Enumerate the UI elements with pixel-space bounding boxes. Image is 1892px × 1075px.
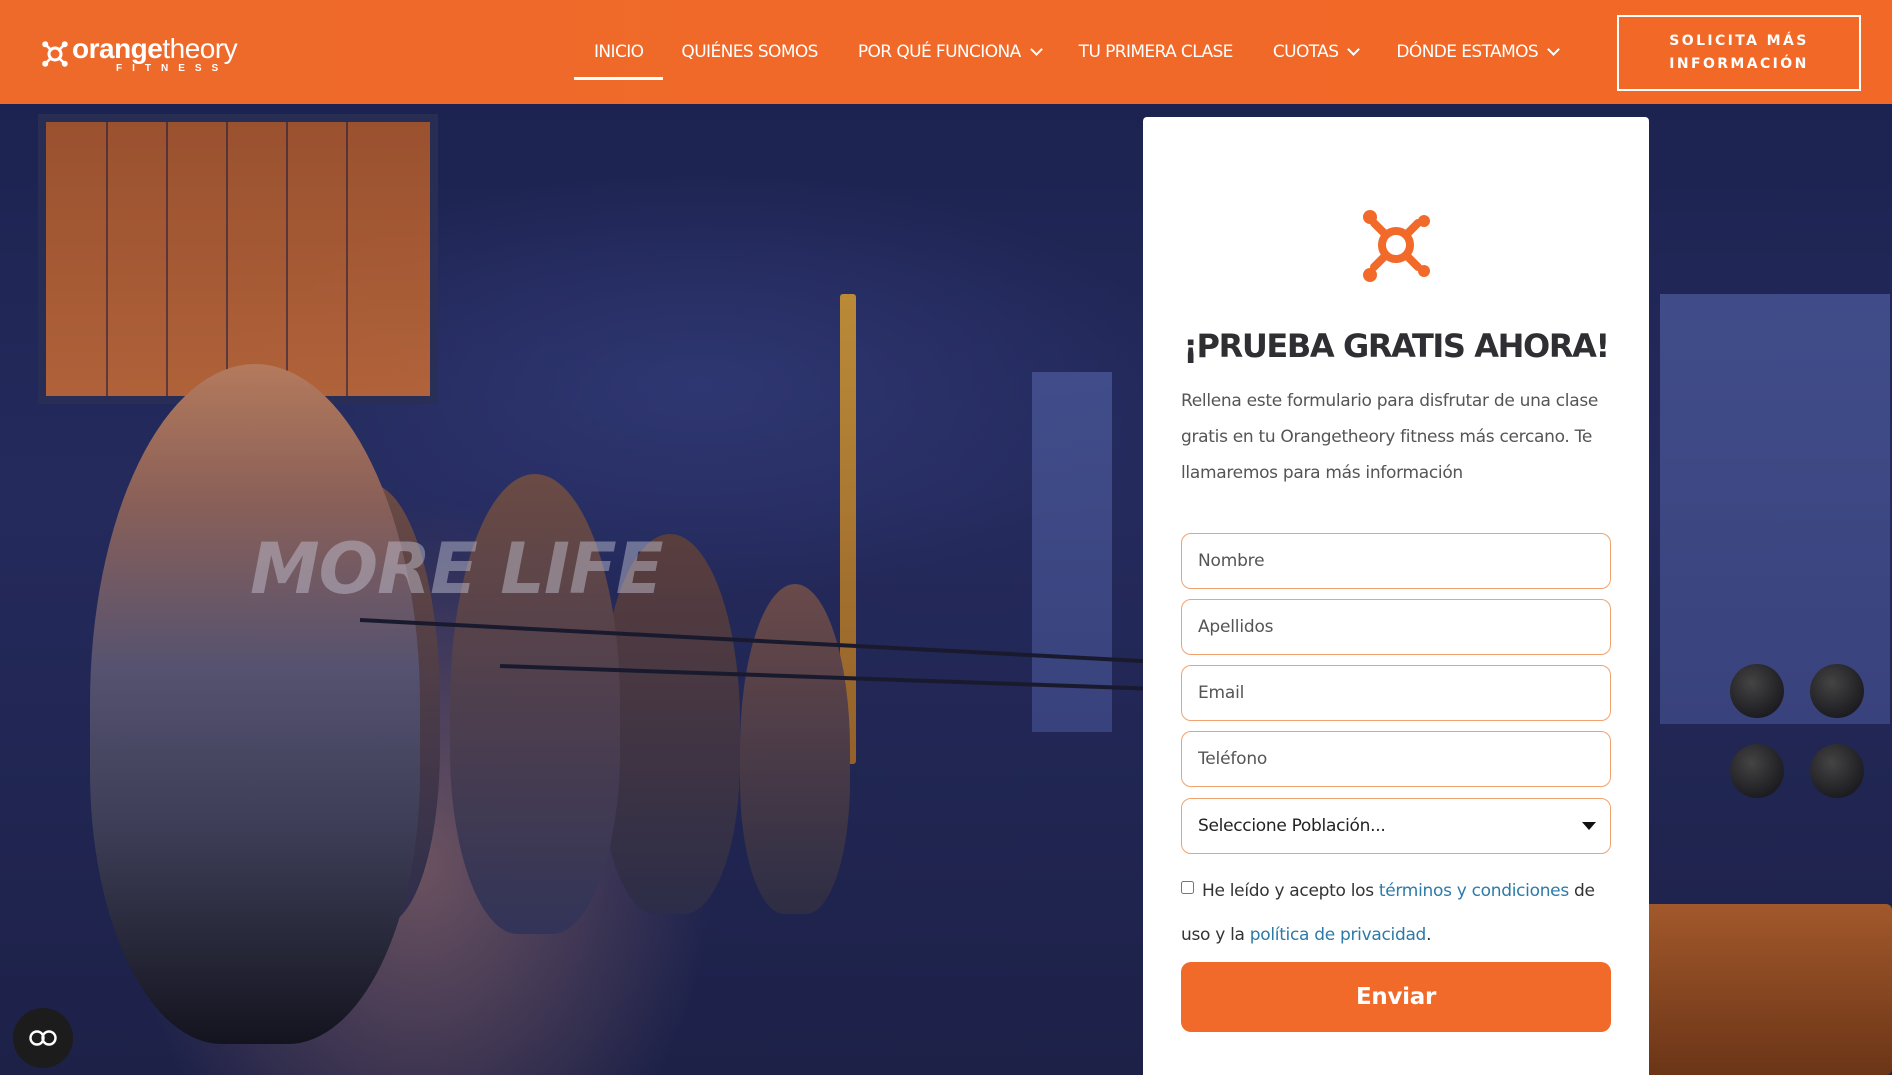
request-info-line2: INFORMACIÓN [1669, 56, 1809, 72]
orangetheory-logo[interactable]: orangetheory FITNESS [40, 30, 238, 78]
rowing-machine-image [1620, 904, 1892, 1075]
telefono-field[interactable] [1181, 731, 1611, 787]
medicine-ball-image [1730, 744, 1784, 798]
nav-label: DÓNDE ESTAMOS [1396, 42, 1539, 62]
poblacion-select-value: Seleccione Población... [1198, 816, 1386, 836]
form-description: Rellena este formulario para disfrutar d… [1181, 391, 1599, 483]
orangetheory-emblem-icon [1363, 210, 1430, 282]
logo-word-theory: theory [162, 32, 238, 64]
studio-window-image [1032, 372, 1112, 732]
chevron-down-icon [1029, 42, 1043, 56]
request-info-line1: SOLICITA MÁS [1669, 33, 1809, 49]
request-info-label: SOLICITA MÁS INFORMACIÓN [1669, 30, 1808, 76]
nav-item-por-que-funciona[interactable]: POR QUÉ FUNCIONA [857, 0, 1043, 104]
trial-signup-card: ¡PRUEBA GRATIS AHORA! Rellena este formu… [1143, 117, 1649, 1075]
caret-down-icon [1582, 822, 1596, 830]
privacy-policy-link[interactable]: política de privacidad [1250, 925, 1427, 945]
chevron-down-icon [1547, 42, 1560, 56]
nav-item-inicio[interactable]: INICIO [573, 0, 665, 104]
nav-label: INICIO [594, 42, 644, 62]
workout-screen-image [38, 114, 438, 404]
accessibility-toggle-button[interactable] [13, 1008, 73, 1068]
hero-slogan: MORE LIFE [250, 528, 664, 610]
athlete-image [740, 584, 850, 914]
logo-word-orange: orange [72, 32, 163, 64]
medicine-ball-image [1810, 664, 1864, 718]
poblacion-select[interactable]: Seleccione Población... [1181, 798, 1611, 854]
consent-checkbox[interactable] [1181, 881, 1194, 894]
medicine-ball-image [1730, 664, 1784, 718]
nav-label: CUOTAS [1272, 42, 1339, 62]
logo-subtitle: FITNESS [116, 62, 229, 74]
nav-item-cuotas[interactable]: CUOTAS [1272, 0, 1361, 104]
nav-label: POR QUÉ FUNCIONA [857, 42, 1021, 62]
terms-link[interactable]: términos y condiciones [1379, 881, 1569, 901]
logo-wordmark: orangetheory [72, 32, 238, 64]
orangetheory-logo-icon [42, 41, 68, 67]
nav-item-donde-estamos[interactable]: DÓNDE ESTAMOS [1396, 0, 1560, 104]
studio-window-image [1660, 294, 1890, 724]
accessibility-toggle-icon [29, 1030, 57, 1046]
nombre-field[interactable] [1181, 533, 1611, 589]
nav-item-tu-primera-clase[interactable]: TU PRIMERA CLASE [1078, 0, 1234, 104]
nav-label: QUIÉNES SOMOS [681, 42, 818, 62]
apellidos-field[interactable] [1181, 599, 1611, 655]
nav-item-quienes-somos[interactable]: QUIÉNES SOMOS [681, 0, 818, 104]
submit-button[interactable]: Enviar [1181, 962, 1611, 1032]
request-info-button[interactable]: SOLICITA MÁS INFORMACIÓN [1617, 15, 1861, 91]
chevron-down-icon [1347, 42, 1361, 56]
medicine-ball-image [1810, 744, 1864, 798]
consent-block: He leído y acepto los términos y condici… [1181, 869, 1621, 957]
email-field[interactable] [1181, 665, 1611, 721]
nav-label: TU PRIMERA CLASE [1078, 42, 1234, 62]
main-nav: INICIO QUIÉNES SOMOS POR QUÉ FUNCIONA TU… [573, 0, 1560, 104]
athlete-image [90, 364, 420, 1044]
consent-text: . [1426, 925, 1432, 945]
consent-text: He leído y acepto los [1202, 881, 1379, 901]
logo-text: orangetheory FITNESS [72, 32, 238, 74]
form-title: ¡PRUEBA GRATIS AHORA! [1183, 327, 1610, 365]
site-header: orangetheory FITNESS INICIO QUIÉNES SOMO… [0, 0, 1892, 104]
